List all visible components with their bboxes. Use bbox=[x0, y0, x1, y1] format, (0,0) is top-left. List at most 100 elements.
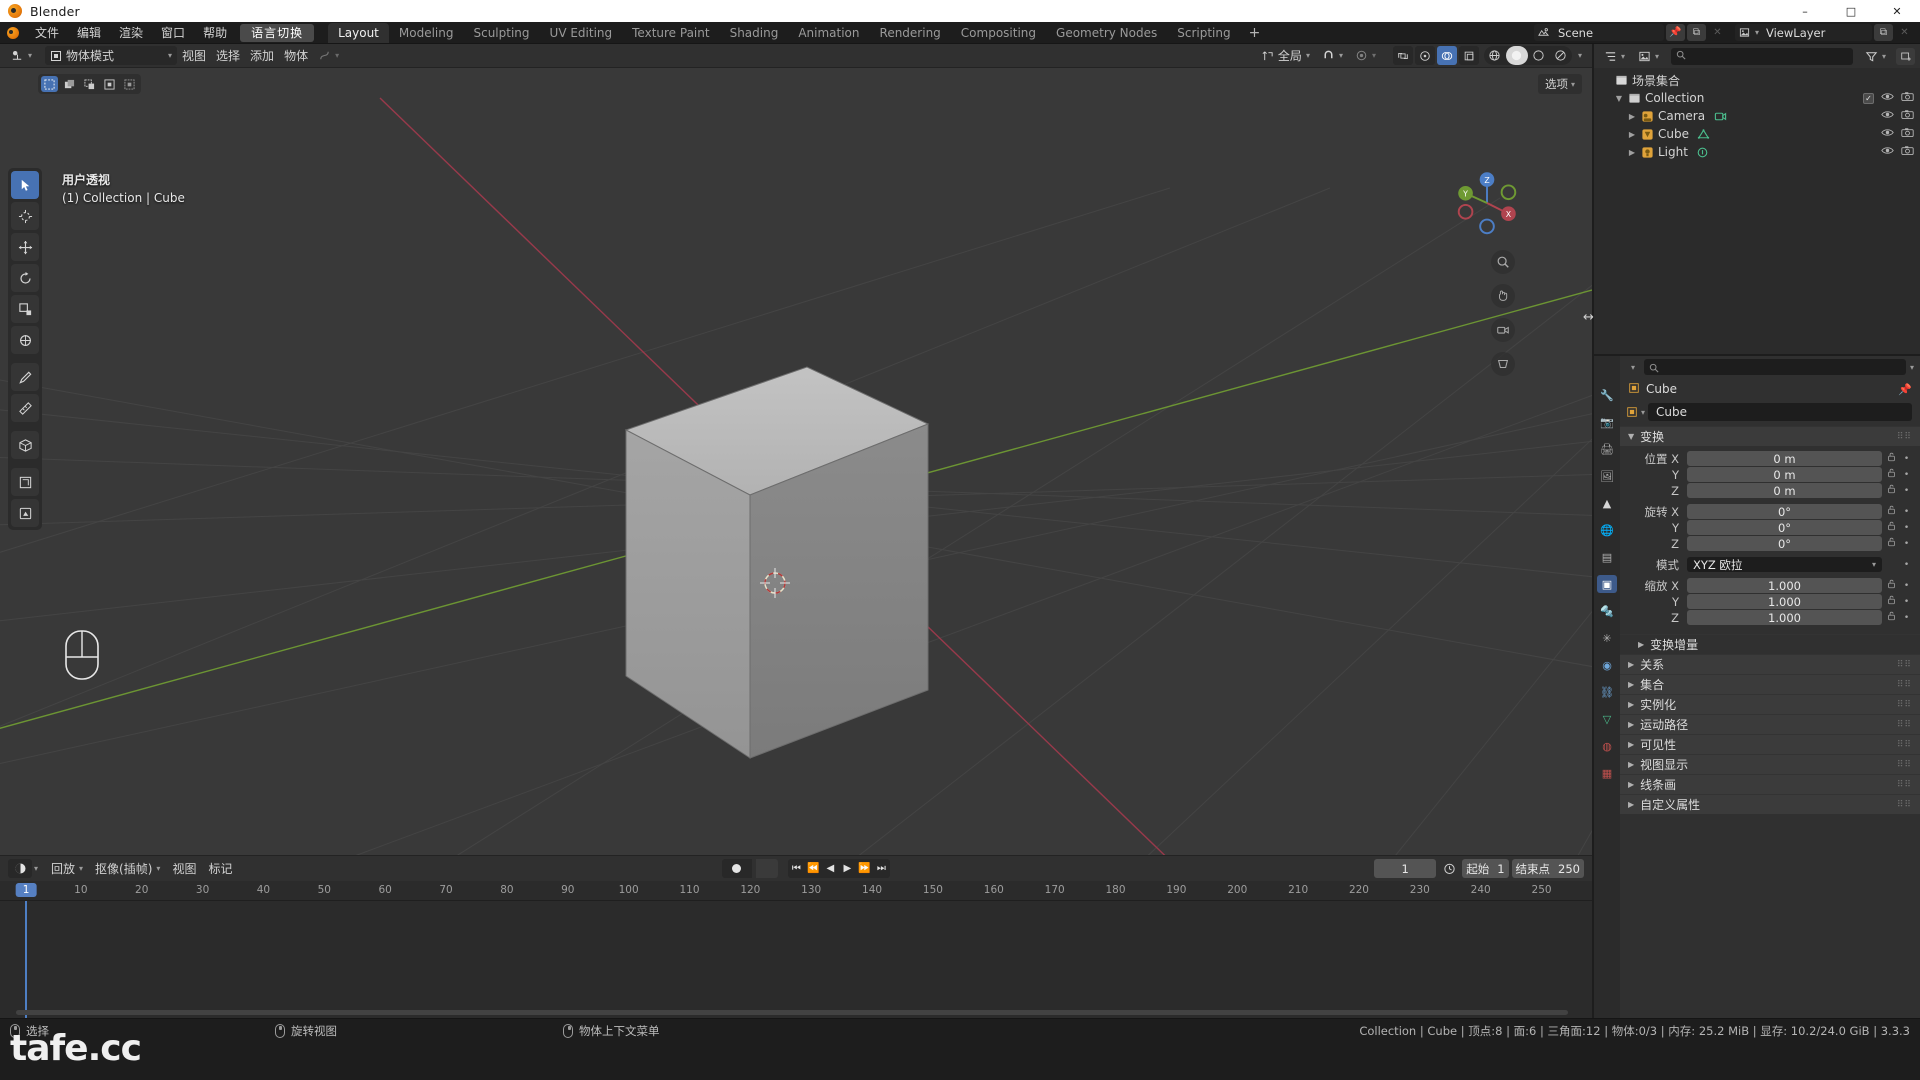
transform-value-field[interactable]: 0 m bbox=[1687, 467, 1882, 482]
disclosure-triangle-icon[interactable]: ▶ bbox=[1626, 112, 1638, 121]
animate-dot-icon[interactable]: • bbox=[1901, 539, 1912, 549]
clock-icon[interactable] bbox=[1439, 859, 1459, 878]
circle-select-icon[interactable] bbox=[81, 76, 98, 92]
transform-value-field[interactable]: 0° bbox=[1687, 504, 1882, 519]
unlock-icon[interactable] bbox=[1885, 521, 1898, 534]
tab-rendering[interactable]: Rendering bbox=[870, 23, 951, 43]
transform-value-field[interactable]: 0° bbox=[1687, 536, 1882, 551]
play-reverse-icon[interactable]: ◀ bbox=[822, 859, 839, 878]
visibility-icon[interactable] bbox=[1392, 46, 1413, 65]
outliner-row-light[interactable]: ▶ Light bbox=[1594, 143, 1920, 161]
current-frame-field[interactable]: 1 bbox=[1374, 859, 1437, 878]
render-camera-icon[interactable] bbox=[1901, 145, 1914, 159]
light-data-icon[interactable] bbox=[1694, 146, 1712, 159]
tab-layout[interactable]: Layout bbox=[328, 22, 389, 43]
rotate-tool-icon[interactable] bbox=[11, 264, 39, 292]
drag-handle-icon[interactable]: ⠿⠿ bbox=[1897, 800, 1912, 810]
cursor-tool-icon[interactable] bbox=[11, 202, 39, 230]
drag-handle-icon[interactable]: ⠿⠿ bbox=[1897, 660, 1912, 670]
unlock-icon[interactable] bbox=[1885, 484, 1898, 497]
animate-dot-icon[interactable]: • bbox=[1901, 560, 1912, 570]
tab-compositing[interactable]: Compositing bbox=[951, 23, 1046, 43]
maximize-button[interactable]: □ bbox=[1828, 0, 1874, 22]
empty-tool-icon[interactable] bbox=[11, 499, 39, 527]
lasso-select-icon[interactable] bbox=[101, 76, 118, 92]
tool-tab-icon[interactable]: 🔧 bbox=[1597, 386, 1617, 404]
panel-header-实例化[interactable]: ▶ 实例化 ⠿⠿ bbox=[1620, 694, 1920, 714]
frame-start-field[interactable]: 起始 1 bbox=[1462, 859, 1509, 878]
eye-icon[interactable] bbox=[1881, 145, 1894, 159]
timeline-editor-icon[interactable] bbox=[8, 859, 32, 878]
animate-dot-icon[interactable]: • bbox=[1901, 613, 1912, 623]
add-workspace-button[interactable]: + bbox=[1241, 23, 1269, 43]
menu-add[interactable]: 添加 bbox=[245, 46, 279, 65]
eye-icon[interactable] bbox=[1881, 127, 1894, 141]
panel-header-自定义属性[interactable]: ▶ 自定义属性 ⠿⠿ bbox=[1620, 794, 1920, 814]
properties-search-input[interactable] bbox=[1644, 359, 1906, 375]
chevron-down-icon[interactable]: ▾ bbox=[34, 864, 38, 873]
outliner-row-场景集合[interactable]: 场景集合 bbox=[1594, 71, 1920, 89]
scale-tool-icon[interactable] bbox=[11, 295, 39, 323]
tweak-icon[interactable] bbox=[41, 76, 58, 92]
disclosure-triangle-icon[interactable]: ▼ bbox=[1613, 94, 1625, 103]
filter-id-icon[interactable]: ▾ bbox=[1633, 47, 1664, 66]
overlays-icon[interactable] bbox=[1436, 46, 1457, 65]
record-icon[interactable] bbox=[721, 859, 752, 878]
xray-icon[interactable] bbox=[1458, 46, 1479, 65]
outliner-row-cube[interactable]: ▶ Cube bbox=[1594, 125, 1920, 143]
unlock-icon[interactable] bbox=[1885, 579, 1898, 592]
animate-dot-icon[interactable]: • bbox=[1901, 581, 1912, 591]
transform-value-field[interactable]: 1.000 bbox=[1687, 610, 1882, 625]
disclosure-triangle-icon[interactable]: ▶ bbox=[1626, 148, 1638, 157]
eye-icon[interactable] bbox=[1881, 109, 1894, 123]
render-camera-icon[interactable] bbox=[1901, 127, 1914, 141]
panel-header-变换增量[interactable]: ▶ 变换增量 bbox=[1620, 634, 1920, 654]
timeline-playhead[interactable] bbox=[25, 901, 28, 1018]
chevron-down-icon[interactable]: ▾ bbox=[1641, 408, 1645, 417]
viewlayer-selector[interactable]: ▾ ViewLayer bbox=[1734, 24, 1872, 41]
mesh-data-icon[interactable] bbox=[1695, 128, 1713, 141]
jump-end-icon[interactable]: ⏭ bbox=[873, 859, 890, 878]
transform-pivot-selector[interactable]: ▾ bbox=[313, 46, 344, 65]
tweak-tool-icon[interactable] bbox=[11, 171, 39, 199]
drag-handle-icon[interactable]: ⠿⠿ bbox=[1897, 760, 1912, 770]
data-tab-icon[interactable]: ▽ bbox=[1597, 710, 1617, 728]
panel-header-视图显示[interactable]: ▶ 视图显示 ⠿⠿ bbox=[1620, 754, 1920, 774]
timeline-horizontal-scrollbar[interactable] bbox=[16, 1010, 1568, 1015]
camera-data-icon[interactable] bbox=[1711, 110, 1729, 123]
scene-selector[interactable]: Scene bbox=[1533, 24, 1664, 41]
wireframe-icon[interactable] bbox=[1484, 46, 1506, 65]
drag-handle-icon[interactable]: ⠿⠿ bbox=[1897, 432, 1912, 442]
material-preview-icon[interactable] bbox=[1528, 46, 1550, 65]
snap-magnet-icon[interactable]: ▾ bbox=[1317, 46, 1348, 65]
outliner-row-camera[interactable]: ▶ Camera bbox=[1594, 107, 1920, 125]
object-mode-selector[interactable]: 物体模式 ▾ bbox=[45, 46, 178, 65]
properties-editor-icon[interactable]: ▾ bbox=[1626, 358, 1640, 377]
measure-tool-icon[interactable] bbox=[11, 394, 39, 422]
constraints-tab-icon[interactable]: ⛓ bbox=[1597, 683, 1617, 701]
drag-handle-icon[interactable]: ⠿⠿ bbox=[1897, 740, 1912, 750]
rotation-mode-dropdown[interactable]: XYZ 欧拉 ▾ bbox=[1687, 557, 1882, 572]
collection-tab-icon[interactable]: ▤ bbox=[1597, 548, 1617, 566]
panel-header-可见性[interactable]: ▶ 可见性 ⠿⠿ bbox=[1620, 734, 1920, 754]
chevron-down-icon[interactable]: ▾ bbox=[1910, 363, 1914, 372]
transform-tool-icon[interactable] bbox=[11, 326, 39, 354]
chevron-down-icon[interactable]: ▾ bbox=[1574, 51, 1586, 60]
exclude-checkbox[interactable]: ✓ bbox=[1863, 92, 1874, 104]
object-name-field[interactable]: Cube bbox=[1648, 403, 1912, 421]
outliner-search-input[interactable] bbox=[1671, 47, 1853, 65]
scene-tab-icon[interactable]: ▲ bbox=[1597, 494, 1617, 512]
remove-viewlayer-button[interactable]: ✕ bbox=[1895, 24, 1914, 41]
navigation-gizmo[interactable]: Z X Y bbox=[1448, 164, 1526, 242]
tab-shading[interactable]: Shading bbox=[720, 23, 789, 43]
drag-handle-icon[interactable]: ⠿⠿ bbox=[1897, 720, 1912, 730]
modifier-tab-icon[interactable]: 🔩 bbox=[1597, 602, 1617, 620]
timeline-body[interactable] bbox=[0, 901, 1592, 1018]
timeline-menu-playback[interactable]: 回放 ▾ bbox=[46, 859, 88, 878]
panel-header-集合[interactable]: ▶ 集合 ⠿⠿ bbox=[1620, 674, 1920, 694]
auto-key-options-button[interactable] bbox=[755, 859, 778, 878]
solid-icon[interactable] bbox=[1505, 46, 1528, 65]
menu-render[interactable]: 渲染 bbox=[110, 24, 152, 42]
particles-tab-icon[interactable]: ✳ bbox=[1597, 629, 1617, 647]
outliner-row-collection[interactable]: ▼ Collection ✓ bbox=[1594, 89, 1920, 107]
